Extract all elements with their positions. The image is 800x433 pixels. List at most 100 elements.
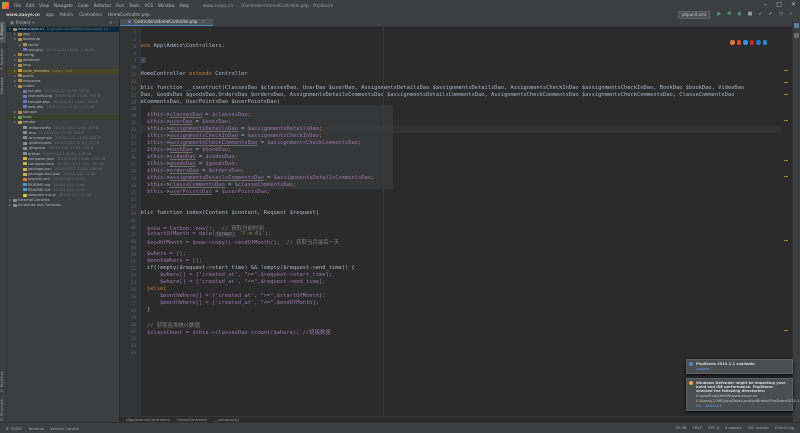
line-number[interactable]: 53 <box>131 273 136 278</box>
line-number[interactable]: 14 <box>131 93 136 98</box>
tool-structure[interactable]: 7: Structure <box>0 47 6 71</box>
code-line[interactable]: $startOfMonth = date(format: 'Y-m-01'); <box>141 231 271 237</box>
code-line[interactable]: } <box>141 307 150 313</box>
line-number[interactable]: 29 <box>131 106 136 111</box>
git-branch[interactable]: Git: master <box>748 425 769 430</box>
line-number[interactable]: 44 <box>131 211 136 216</box>
todo-button[interactable]: 6: TODO <box>6 426 22 431</box>
tool-z-structure[interactable]: Z: Structure <box>0 399 6 421</box>
line-number[interactable]: 42 <box>131 197 136 202</box>
code-line[interactable]: public function __construct(ClassesDao $… <box>141 85 744 91</box>
line-number[interactable]: 12 <box>131 79 136 84</box>
code-line[interactable]: $this->assignmentsCheckInDao = $assignme… <box>141 133 322 139</box>
line-number[interactable]: 31 <box>131 120 136 125</box>
menu-item-run[interactable]: Run <box>116 3 124 8</box>
debug-icon[interactable]: ✱ <box>727 11 731 17</box>
line-number[interactable]: 37 <box>131 162 136 167</box>
run-config-select[interactable]: phpunit.xml <box>677 11 710 19</box>
run-icon[interactable]: ▶ <box>717 11 721 17</box>
line-number[interactable]: 2 <box>133 37 136 42</box>
warning-mark[interactable] <box>784 70 788 71</box>
line-number[interactable]: 55 <box>131 287 136 292</box>
event-log-button[interactable]: Event Log <box>775 425 794 430</box>
code-line[interactable]: use ... <box>141 56 146 63</box>
code-line[interactable]: $this->goodsDao = $goodsDao; <box>141 161 238 167</box>
warning-mark[interactable] <box>784 176 788 177</box>
menu-item-navigate[interactable]: Navigate <box>54 3 73 8</box>
warning-mark[interactable] <box>784 160 788 161</box>
code-line[interactable]: $endOfMonth = $now->copy()->endOfMonth()… <box>141 238 339 246</box>
line-number[interactable]: 11 <box>131 72 136 77</box>
line-number[interactable]: 63 <box>131 343 136 348</box>
menu-item-vcs[interactable]: VCS <box>145 3 153 8</box>
line-number[interactable]: 34 <box>131 141 136 146</box>
code-line[interactable]: $videoDao, GoodsDao $goodsDao,OrdersDao … <box>141 92 734 98</box>
stop-icon[interactable]: ■ <box>748 11 753 17</box>
notifications-tool-icon[interactable] <box>794 33 799 38</box>
nav-crumb[interactable]: Controllers <box>79 12 102 17</box>
line-number[interactable]: 62 <box>131 336 136 341</box>
menu-item-view[interactable]: View <box>39 3 49 8</box>
line-number[interactable]: 3 <box>133 44 136 49</box>
warning-mark[interactable] <box>784 240 788 241</box>
chrome-icon[interactable] <box>730 40 735 45</box>
code-line[interactable]: $this->assignmentsDetailsCommentsDao = $… <box>141 175 374 181</box>
code-line[interactable]: $monthWhere = []; <box>141 258 202 264</box>
chevron-down-icon[interactable]: ▾ <box>32 20 34 25</box>
code-line[interactable]: $this->ordersDao = $ordersDao; <box>141 168 244 174</box>
vcs-commit-icon[interactable]: ✔ <box>769 11 773 17</box>
tree-item[interactable]: ▸ Scratches and Consoles <box>7 203 119 208</box>
line-number[interactable]: 43 <box>131 204 136 209</box>
line-number[interactable]: 48 <box>131 239 136 244</box>
line-number[interactable]: 32 <box>131 127 136 132</box>
history-icon[interactable]: ◷ <box>779 11 783 17</box>
nav-crumb[interactable]: HomeController.php <box>108 12 150 17</box>
line-number[interactable]: 57 <box>131 301 136 306</box>
line-number[interactable]: 35 <box>131 148 136 153</box>
menu-item-code[interactable]: Code <box>78 3 89 8</box>
line-number[interactable]: 38 <box>131 169 136 174</box>
code-line[interactable]: $this->userDao = $userDao; <box>141 119 231 125</box>
line-number[interactable]: 52 <box>131 266 136 271</box>
firefox-icon[interactable] <box>736 40 741 45</box>
minimize-icon[interactable]: – <box>764 1 767 8</box>
project-panel-title[interactable]: Project <box>16 20 30 25</box>
file-encoding[interactable]: UTF-8 <box>708 425 719 430</box>
menu-item-file[interactable]: File <box>14 3 21 8</box>
opera-icon[interactable] <box>749 40 754 45</box>
code-line[interactable]: $where[] = ['created_at', "<=",$request-… <box>141 279 326 285</box>
line-number[interactable]: 60 <box>131 322 136 327</box>
coverage-icon[interactable]: ◉ <box>737 11 741 17</box>
safari-icon[interactable] <box>743 40 748 45</box>
line-number[interactable]: 40 <box>131 183 136 188</box>
warning-mark[interactable] <box>784 94 788 95</box>
indent-setting[interactable]: 4 spaces <box>725 425 742 430</box>
code-line[interactable]: $where[] = ['created_at', ">=",$request-… <box>141 272 332 278</box>
menu-item-edit[interactable]: Edit <box>26 3 34 8</box>
line-number[interactable]: 4 <box>133 51 136 56</box>
warning-mark[interactable] <box>784 120 788 121</box>
line-number[interactable]: 10 <box>131 65 136 70</box>
line-number[interactable]: 28 <box>131 100 136 105</box>
panel-settings-icon[interactable]: ⚙ – <box>109 20 116 25</box>
nav-crumb[interactable]: Admin <box>60 12 73 17</box>
menu-item-refactor[interactable]: Refactor <box>94 3 112 8</box>
line-number[interactable]: 50 <box>131 252 136 257</box>
vcs-update-icon[interactable]: ↙ <box>758 11 762 17</box>
line-number[interactable]: 39 <box>131 176 136 181</box>
line-number[interactable]: 45 <box>131 218 136 223</box>
tool-favorites[interactable]: 2: Favorites <box>0 369 6 395</box>
line-number[interactable]: 36 <box>131 155 136 160</box>
tab-close-icon[interactable]: × <box>202 19 205 24</box>
line-number[interactable]: 33 <box>131 134 136 139</box>
line-separator[interactable]: CRLF <box>692 425 702 430</box>
close-icon[interactable]: ✕ <box>791 1 796 8</box>
database-tool-icon[interactable] <box>794 23 799 28</box>
code-line[interactable]: $this->classeCommentsDao = $classeCommen… <box>141 182 296 188</box>
code-line[interactable]: $this->bookDao = $bookDao; <box>141 147 231 153</box>
line-number[interactable]: 41 <box>131 190 136 195</box>
line-number[interactable]: 56 <box>131 294 136 299</box>
update-link[interactable]: Update... <box>687 367 792 373</box>
line-number[interactable]: 49 <box>131 245 136 250</box>
code-line[interactable]: if(!empty($request->start_time) && !empt… <box>141 265 355 271</box>
